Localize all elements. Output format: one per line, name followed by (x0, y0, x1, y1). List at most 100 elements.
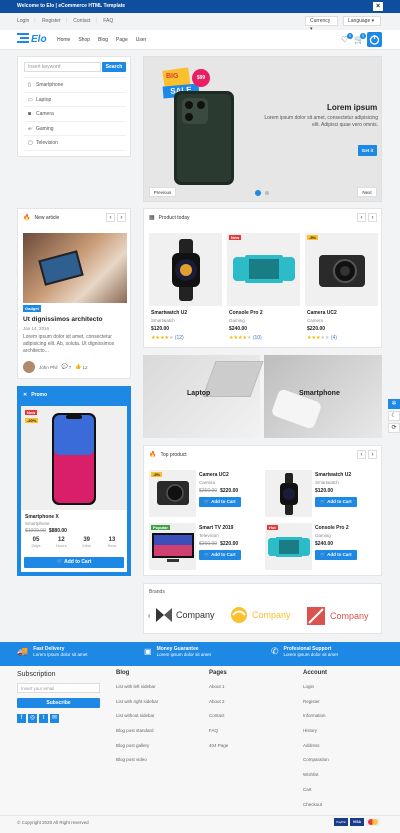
article-tag[interactable]: Gadget (23, 305, 41, 312)
nav-home[interactable]: Home (57, 37, 70, 43)
logo[interactable]: Elo (17, 33, 47, 46)
product-name[interactable]: Camera UC2 (307, 310, 337, 316)
gear-icon[interactable]: ✲ (388, 399, 400, 409)
footer-link[interactable]: List without sidebar (116, 713, 196, 728)
product-name[interactable]: Console Pro 2 (229, 310, 263, 316)
top-product-item[interactable]: Popular Smart TV 2019 Television $260.00… (149, 523, 262, 573)
footer-link[interactable]: Register (303, 699, 383, 714)
product-card[interactable]: -5% Camera UC2 Camera $220.00 ★★★★★ (4) (305, 233, 378, 345)
footer-link[interactable]: List with left sidebar (116, 684, 196, 699)
hero-get-it-button[interactable]: Get it (358, 145, 377, 156)
category-item-camera[interactable]: ◙ Camera (24, 107, 126, 122)
moon-icon[interactable]: ☾ (388, 411, 400, 421)
footer-link[interactable]: About 1 (209, 684, 289, 699)
slider-dot-active[interactable] (255, 190, 261, 196)
facebook-icon[interactable]: f (17, 714, 26, 723)
power-button[interactable] (367, 32, 382, 47)
chevron-left-icon[interactable]: ‹ (106, 213, 115, 222)
slider-prev-button[interactable]: Previous (149, 187, 176, 197)
footer-link[interactable]: Wishlist (303, 772, 383, 787)
nav-shop[interactable]: Shop (78, 37, 90, 43)
product-tag: Hot (267, 525, 278, 530)
subscribe-button[interactable]: Subscribe (17, 698, 100, 708)
paypal-icon: PayPal (334, 818, 348, 826)
footer-link[interactable]: Comparation (303, 757, 383, 772)
footer-link[interactable]: Cart (303, 787, 383, 802)
footer-link[interactable]: FAQ (209, 728, 289, 743)
category-item-television[interactable]: ▢ Television (24, 136, 126, 151)
product-name[interactable]: Camera UC2 (199, 472, 229, 478)
instagram-icon[interactable]: ◎ (28, 714, 37, 723)
product-name[interactable]: Console Pro 2 (315, 525, 349, 531)
sale-badge-big: BIG (166, 73, 179, 80)
footer-link[interactable]: Login (303, 684, 383, 699)
chevron-right-icon[interactable]: › (117, 213, 126, 222)
add-to-cart-button[interactable]: 🛒 Add to Cart (315, 550, 357, 560)
add-to-cart-button[interactable]: 🛒 Add to Cart (199, 550, 241, 560)
product-image (305, 233, 378, 306)
button-label: Add to Cart (327, 552, 352, 557)
faq-link[interactable]: FAQ (103, 18, 113, 24)
nav-user[interactable]: User (136, 37, 147, 43)
contact-link[interactable]: Contact (73, 18, 90, 24)
footer-link[interactable]: Information (303, 713, 383, 728)
countdown-label: Days (31, 543, 41, 548)
article-headline[interactable]: Ut dignissimos architecto (23, 316, 102, 323)
chevron-right-icon[interactable]: › (368, 450, 377, 459)
brand-item[interactable]: Company (228, 606, 291, 624)
language-select[interactable]: Language ▾ (343, 16, 381, 26)
product-name[interactable]: Smartwatch U2 (315, 472, 351, 478)
promo-tag-new: New (25, 410, 38, 415)
currency-select[interactable]: Currency ▾ (305, 16, 338, 32)
product-name[interactable]: Smart TV 2019 (199, 525, 233, 531)
add-to-cart-button[interactable]: 🛒 Add to Cart (315, 497, 357, 507)
slider-next-button[interactable]: Next (357, 187, 377, 197)
top-product-item[interactable]: -5% Camera UC2 Camera $260.00 $220.00 🛒 A… (149, 470, 262, 520)
register-link[interactable]: Register (42, 18, 61, 24)
slider-dot[interactable] (265, 191, 269, 195)
product-card[interactable]: Smartwatch U2 Smartwatch $120.00 ★★★★★ (… (149, 233, 222, 345)
category-item-smartphone[interactable]: ▯ Smartphone (24, 78, 126, 93)
footer-link[interactable]: History (303, 728, 383, 743)
refresh-icon[interactable]: ⟳ (388, 423, 400, 433)
search-button[interactable]: Search (102, 62, 126, 72)
search-input[interactable]: Insert keyword (24, 62, 101, 72)
chevron-left-icon[interactable]: ‹ (357, 213, 366, 222)
product-name[interactable]: Smartwatch U2 (151, 310, 187, 316)
chevron-left-icon[interactable]: ‹ (148, 613, 150, 620)
footer-link[interactable]: About 2 (209, 699, 289, 714)
chevron-left-icon[interactable]: ‹ (357, 450, 366, 459)
footer-link[interactable]: Blog post gallery (116, 743, 196, 758)
chevron-right-icon[interactable]: › (368, 213, 377, 222)
top-product-item[interactable]: Hot Console Pro 2 Gaming $240.00 🛒 Add t… (265, 523, 378, 573)
nav-blog[interactable]: Blog (98, 37, 108, 43)
footer-link[interactable]: Address (303, 743, 383, 758)
email-icon[interactable]: ✉ (50, 714, 59, 723)
brand-logo-icon (231, 607, 247, 623)
footer-link[interactable]: Blog post video (116, 757, 196, 772)
login-link[interactable]: Login (17, 18, 29, 24)
laptop-banner[interactable]: Laptop (143, 355, 264, 438)
nav-page[interactable]: Page (116, 37, 128, 43)
close-icon[interactable]: × (373, 2, 383, 11)
email-field[interactable]: Insert your email (17, 683, 100, 693)
product-image (265, 470, 312, 517)
twitter-icon[interactable]: t (39, 714, 48, 723)
product-card[interactable]: New Console Pro 2 Gaming $240.00 ★★★★★ (… (227, 233, 300, 345)
category-item-gaming[interactable]: ∞ Gaming (24, 122, 126, 136)
top-product-item[interactable]: Smartwatch U2 Smartwatch $120.00 🛒 Add t… (265, 470, 378, 520)
camera-icon: ◙ (28, 111, 32, 117)
add-to-cart-button[interactable]: 🛒 Add to Cart (199, 497, 241, 507)
smartphone-banner[interactable]: Smartphone (264, 355, 382, 438)
footer-link[interactable]: Blog post standard (116, 728, 196, 743)
footer-link[interactable]: List with right sidebar (116, 699, 196, 714)
article-likes: 12 (82, 364, 88, 370)
brand-item[interactable]: Company (306, 606, 369, 626)
footer-link[interactable]: Contact (209, 713, 289, 728)
footer-link[interactable]: 404 Page (209, 743, 289, 758)
category-item-laptop[interactable]: ▭ Laptop (24, 93, 126, 107)
promo-add-to-cart-button[interactable]: 🛒 Add to Cart (24, 557, 124, 568)
promo-product-name[interactable]: Smartphone X (25, 514, 59, 520)
footer-link[interactable]: Checkout (303, 802, 383, 817)
brand-item[interactable]: Company (154, 606, 215, 624)
